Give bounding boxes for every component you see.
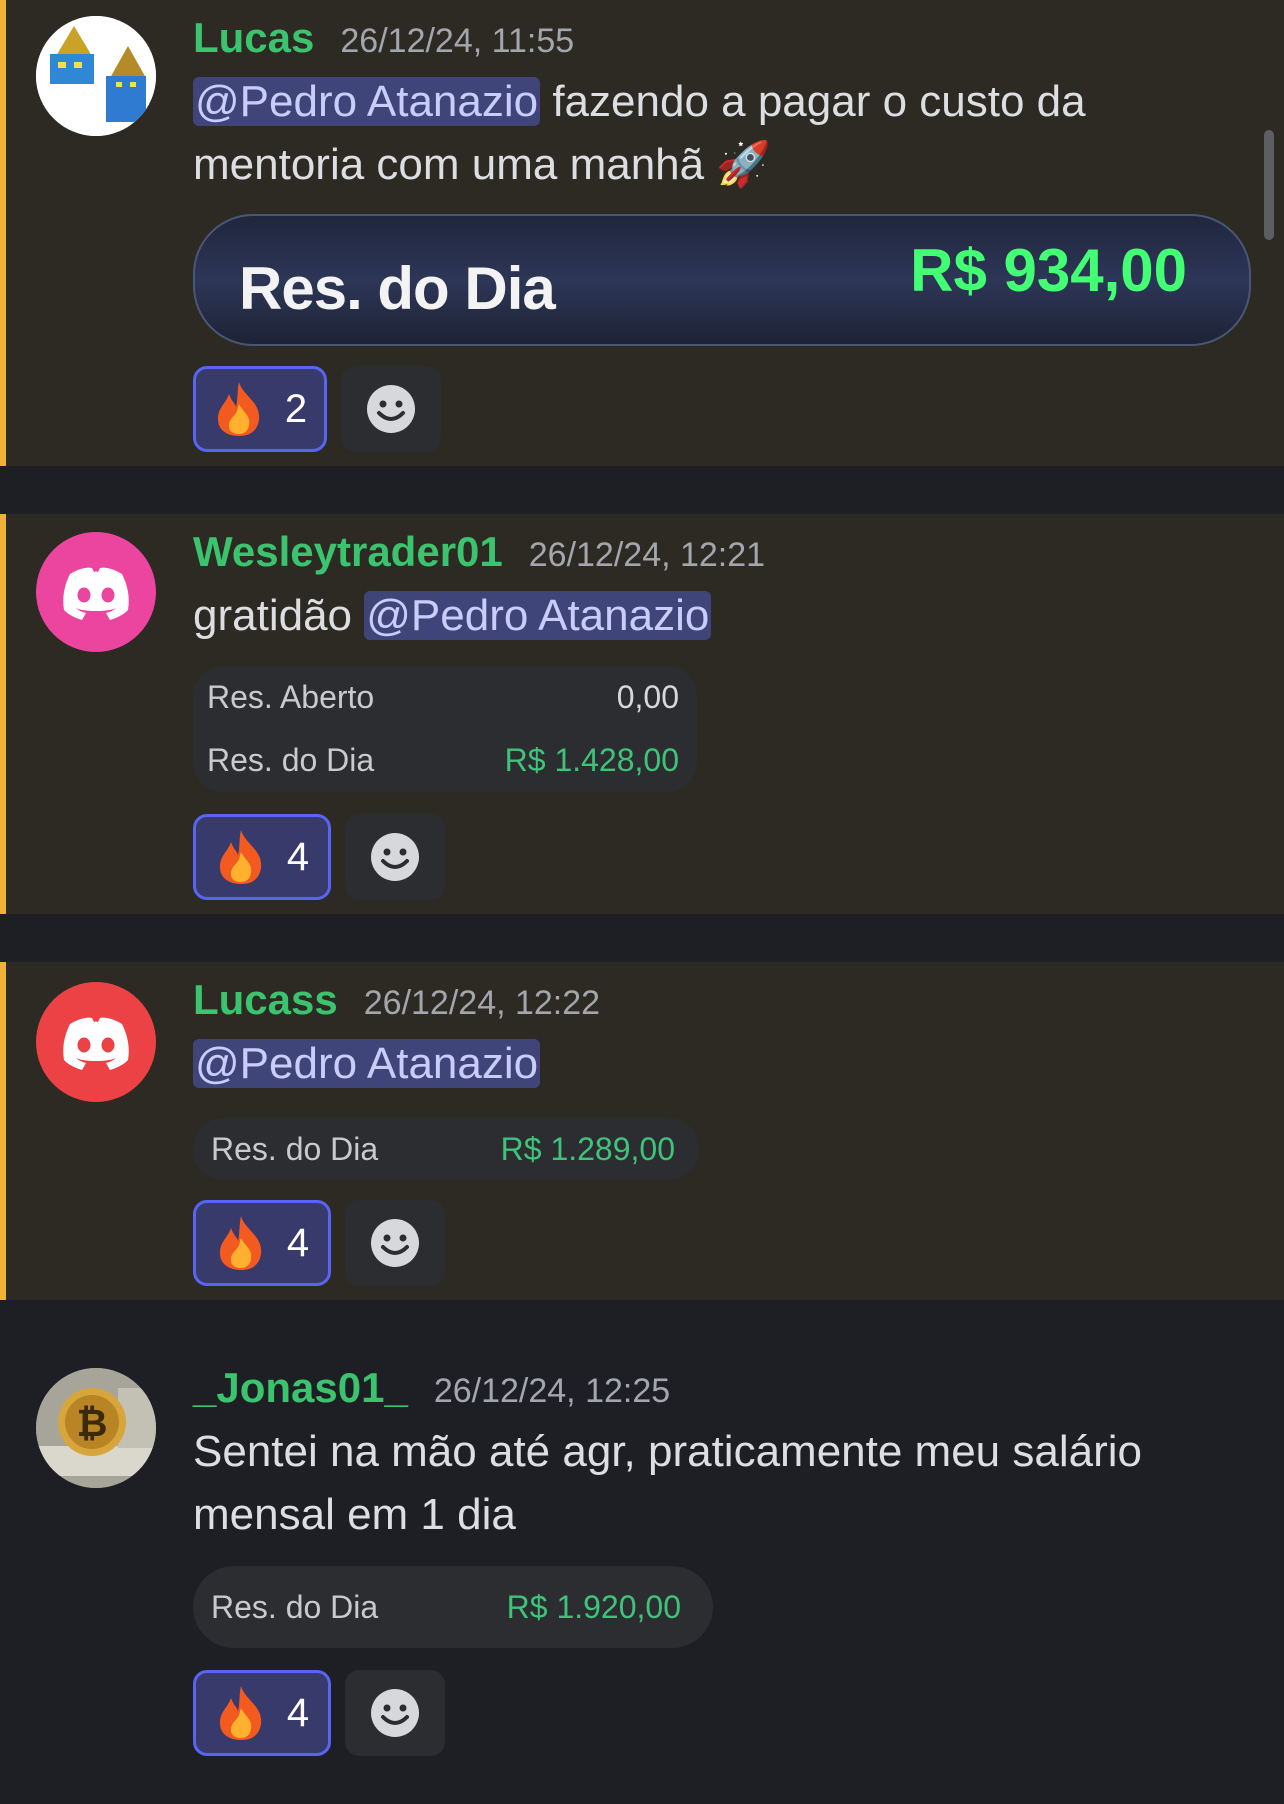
avatar-jonas01[interactable]: ₿ (36, 1368, 156, 1488)
message-1: Lucas 26/12/24, 11:55 @Pedro Atanazio fa… (0, 0, 1284, 466)
reaction-count: 2 (284, 386, 308, 431)
fire-icon (219, 1216, 262, 1270)
add-reaction-button[interactable] (345, 1200, 445, 1286)
reaction-fire[interactable]: 2 (193, 366, 327, 452)
pane-value: R$ 1.289,00 (500, 1130, 675, 1167)
message-4: ₿ _Jonas01_ 26/12/24, 12:25 Sentei na mã… (0, 1350, 1284, 1804)
message-body: gratidão (193, 591, 365, 640)
svg-text:₿: ₿ (77, 1401, 108, 1445)
pane-label: Res. Aberto (207, 679, 375, 715)
avatar-lucass[interactable] (36, 982, 156, 1102)
pane-value: 0,00 (616, 679, 679, 715)
pane-value: R$ 1.920,00 (506, 1588, 681, 1625)
pane-label: Res. do Dia (207, 742, 375, 778)
avatar-wesleytrader01[interactable] (36, 532, 156, 652)
pane-row: Res. do Dia R$ 1.289,00 (193, 1118, 699, 1180)
reaction-fire[interactable]: 4 (193, 1670, 331, 1756)
message-text: @Pedro Atanazio (193, 1032, 1233, 1095)
user-mention[interactable]: @Pedro Atanazio (364, 591, 712, 640)
timestamp: 26/12/24, 11:55 (340, 22, 575, 60)
reaction-count: 4 (286, 1220, 310, 1265)
timestamp: 26/12/24, 12:25 (433, 1372, 671, 1410)
attached-image[interactable]: Res. do Dia R$ 934,00 (193, 214, 1251, 346)
timestamp: 26/12/24, 12:22 (363, 984, 601, 1022)
add-reaction-icon (371, 1219, 419, 1267)
fire-icon (217, 382, 260, 436)
attached-image[interactable]: Res. do Dia R$ 1.920,00 (193, 1566, 713, 1648)
add-reaction-icon (371, 833, 419, 881)
image-value: R$ 934,00 (910, 237, 1187, 304)
author-name[interactable]: Lucas (193, 14, 314, 62)
user-mention[interactable]: @Pedro Atanazio (193, 1039, 541, 1088)
reaction-count: 4 (286, 834, 310, 879)
timestamp: 26/12/24, 12:21 (528, 536, 766, 574)
attached-image[interactable]: Res. Aberto 0,00 Res. do Dia R$ 1.428,00 (193, 666, 697, 792)
wizard-avatar-image (36, 16, 156, 136)
pane-row: Res. Aberto 0,00 (193, 666, 697, 729)
author-name[interactable]: Wesleytrader01 (193, 528, 503, 576)
reaction-fire[interactable]: 4 (193, 814, 331, 900)
author-name[interactable]: Lucass (193, 976, 338, 1024)
reaction-count: 4 (286, 1690, 310, 1735)
message-text: gratidão @Pedro Atanazio (193, 584, 1233, 647)
pane-label: Res. do Dia (211, 1130, 379, 1167)
scrollbar[interactable] (1264, 130, 1274, 240)
user-mention[interactable]: @Pedro Atanazio (193, 77, 541, 126)
add-reaction-icon (367, 385, 415, 433)
pane-row: Res. do Dia R$ 1.428,00 (193, 729, 697, 792)
message-text: Sentei na mão até agr, praticamente meu … (193, 1427, 1142, 1539)
message-header: _Jonas01_ 26/12/24, 12:25 (193, 1364, 670, 1412)
pane-label: Res. do Dia (211, 1588, 379, 1625)
author-name[interactable]: _Jonas01_ (193, 1364, 408, 1412)
message-2: Wesleytrader01 26/12/24, 12:21 gratidão … (0, 514, 1284, 914)
reactions-bar: 4 (193, 1670, 445, 1756)
message-header: Wesleytrader01 26/12/24, 12:21 (193, 528, 765, 576)
message-header: Lucas 26/12/24, 11:55 (193, 14, 574, 62)
reactions-bar: 4 (193, 814, 445, 900)
message-3: Lucass 26/12/24, 12:22 @Pedro Atanazio R… (0, 962, 1284, 1300)
reaction-fire[interactable]: 4 (193, 1200, 331, 1286)
bitcoin-avatar-image: ₿ (36, 1368, 156, 1488)
add-reaction-button[interactable] (345, 1670, 445, 1756)
pane-value: R$ 1.428,00 (504, 742, 679, 778)
pane-row: Res. do Dia R$ 1.920,00 (193, 1566, 713, 1648)
attached-image[interactable]: Res. do Dia R$ 1.289,00 (193, 1118, 699, 1180)
discord-logo-icon (63, 1017, 129, 1070)
fire-icon (219, 1686, 262, 1740)
add-reaction-button[interactable] (341, 366, 441, 452)
message-text: @Pedro Atanazio fazendo a pagar o custo … (193, 70, 1233, 196)
add-reaction-button[interactable] (345, 814, 445, 900)
message-header: Lucass 26/12/24, 12:22 (193, 976, 600, 1024)
add-reaction-icon (371, 1689, 419, 1737)
avatar-lucas[interactable] (36, 16, 156, 136)
reactions-bar: 4 (193, 1200, 445, 1286)
image-label: Res. do Dia (239, 255, 556, 322)
reactions-bar: 2 (193, 366, 441, 452)
fire-icon (219, 830, 262, 884)
discord-logo-icon (63, 567, 129, 620)
